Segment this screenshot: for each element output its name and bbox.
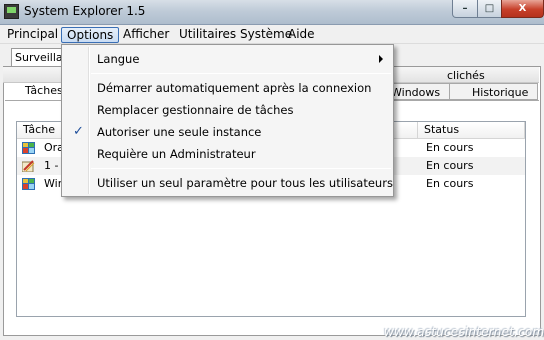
task-status: En cours (426, 141, 474, 154)
watermark: www.astucesinternet.com (384, 325, 544, 339)
menu-item-seule-instance[interactable]: ✓ Autoriser une seule instance (64, 122, 391, 142)
app-icon (22, 142, 35, 154)
tab-historique[interactable]: Historique (449, 83, 538, 100)
menu-item-demarrer-auto[interactable]: Démarrer automatiquement après la connex… (64, 78, 391, 98)
system-explorer-icon (4, 4, 19, 19)
task-name: 1 - (44, 159, 59, 172)
menu-options[interactable]: Options (61, 27, 120, 43)
menu-item-label: Langue (97, 52, 140, 66)
menu-item-parametre-unique[interactable]: Utiliser un seul paramètre pour tous les… (64, 173, 393, 193)
tab-taches[interactable]: Tâches (25, 84, 63, 97)
window-title: System Explorer 1.5 (24, 4, 146, 18)
close-button[interactable]: X (501, 0, 544, 18)
app-icon (22, 178, 35, 190)
options-dropdown-menu: Langue Démarrer automatiquement après la… (61, 44, 394, 197)
menu-afficher[interactable]: Afficher (118, 27, 174, 43)
tab-cliches[interactable]: clichés (447, 69, 485, 82)
menu-utilitaires-systeme[interactable]: Utilitaires Système (174, 27, 297, 43)
minimize-button[interactable]: – (452, 0, 478, 18)
menu-bar: Principal Options Afficher Utilitaires S… (0, 25, 544, 44)
menu-item-label: Démarrer automatiquement après la connex… (97, 81, 372, 95)
column-header-status[interactable]: Status (418, 122, 525, 139)
menu-item-label: Autoriser une seule instance (97, 125, 262, 139)
menu-item-remplacer-gestionnaire[interactable]: Remplacer gestionnaire de tâches (64, 100, 391, 120)
menu-separator (91, 168, 391, 169)
submenu-arrow-icon (379, 55, 383, 63)
menu-item-administrateur[interactable]: Requière un Administrateur (64, 144, 391, 164)
menu-item-label: Utiliser un seul paramètre pour tous les… (97, 176, 393, 190)
menu-separator (91, 73, 391, 74)
tab-windows[interactable]: Windows (388, 83, 450, 100)
checkmark-icon: ✓ (73, 124, 84, 139)
maximize-icon: □ (484, 3, 495, 14)
menu-item-label: Requière un Administrateur (97, 147, 256, 161)
maximize-button[interactable]: □ (477, 0, 502, 18)
task-status: En cours (426, 159, 474, 172)
title-bar: System Explorer 1.5 – □ X (0, 0, 544, 25)
tab-surveillance[interactable]: Surveillan (11, 48, 63, 66)
pencil-app-icon (22, 160, 35, 172)
menu-aide[interactable]: Aide (283, 27, 320, 43)
menu-item-langue[interactable]: Langue (64, 49, 391, 69)
menu-principal[interactable]: Principal (2, 27, 63, 43)
close-icon: X (518, 3, 527, 14)
task-status: En cours (426, 177, 474, 190)
minimize-icon: – (462, 3, 468, 14)
menu-item-label: Remplacer gestionnaire de tâches (97, 103, 294, 117)
